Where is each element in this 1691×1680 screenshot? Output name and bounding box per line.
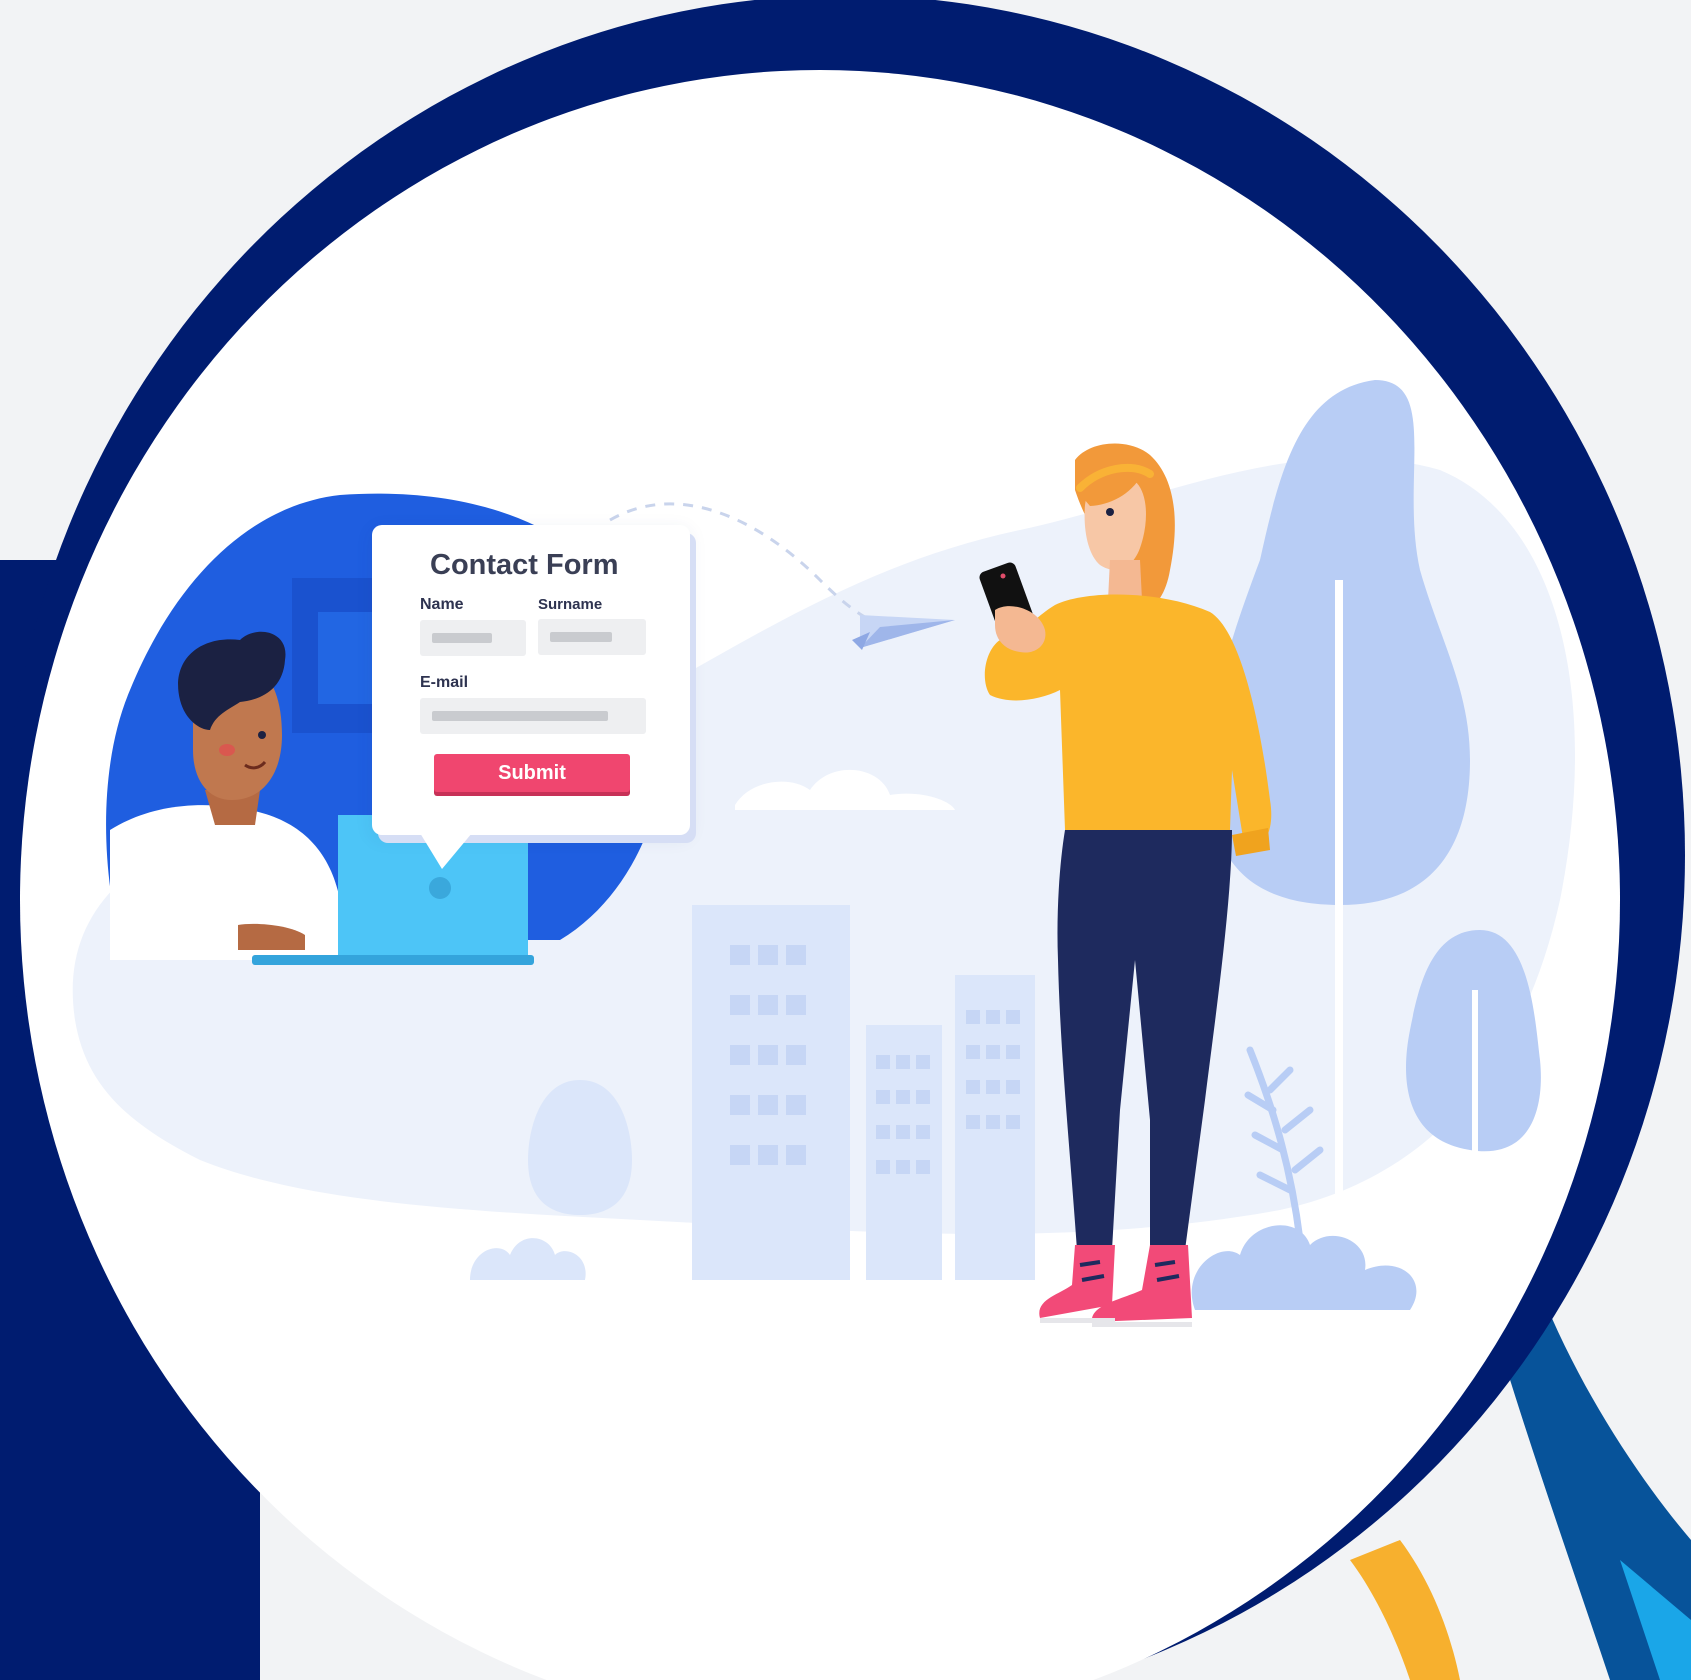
man-eye — [258, 731, 266, 739]
contact-form-card: Contact Form Name Surname E-mail Submit — [372, 525, 690, 869]
big-tree-trunk — [1335, 580, 1343, 1280]
woman-neck — [1108, 560, 1142, 600]
email-field-placeholder-bar — [432, 711, 608, 721]
man-cheek — [219, 744, 235, 756]
laptop-base — [252, 955, 534, 965]
small-tree-right-trunk — [1472, 990, 1478, 1250]
submit-button[interactable]: Submit — [434, 754, 630, 792]
laptop-logo — [429, 877, 451, 899]
contact-form-title: Contact Form — [430, 549, 619, 581]
surname-group: Surname — [538, 596, 646, 656]
speech-bubble-tail — [420, 833, 472, 869]
name-field-placeholder-bar — [432, 633, 492, 643]
surname-field[interactable] — [538, 619, 646, 655]
surname-label: Surname — [538, 596, 603, 613]
email-field[interactable] — [420, 698, 646, 734]
email-label: E-mail — [420, 674, 469, 691]
name-group: Name — [420, 596, 526, 656]
woman-eye — [1106, 508, 1114, 516]
surname-field-placeholder-bar — [550, 632, 612, 642]
email-group: E-mail — [420, 674, 668, 734]
illustration-stage: Contact Form Name Surname E-mail Submit — [0, 0, 1691, 1680]
name-row: Name Surname — [420, 596, 668, 656]
illustration-scene — [0, 0, 1691, 1680]
name-label: Name — [420, 596, 464, 613]
name-field[interactable] — [420, 620, 526, 656]
